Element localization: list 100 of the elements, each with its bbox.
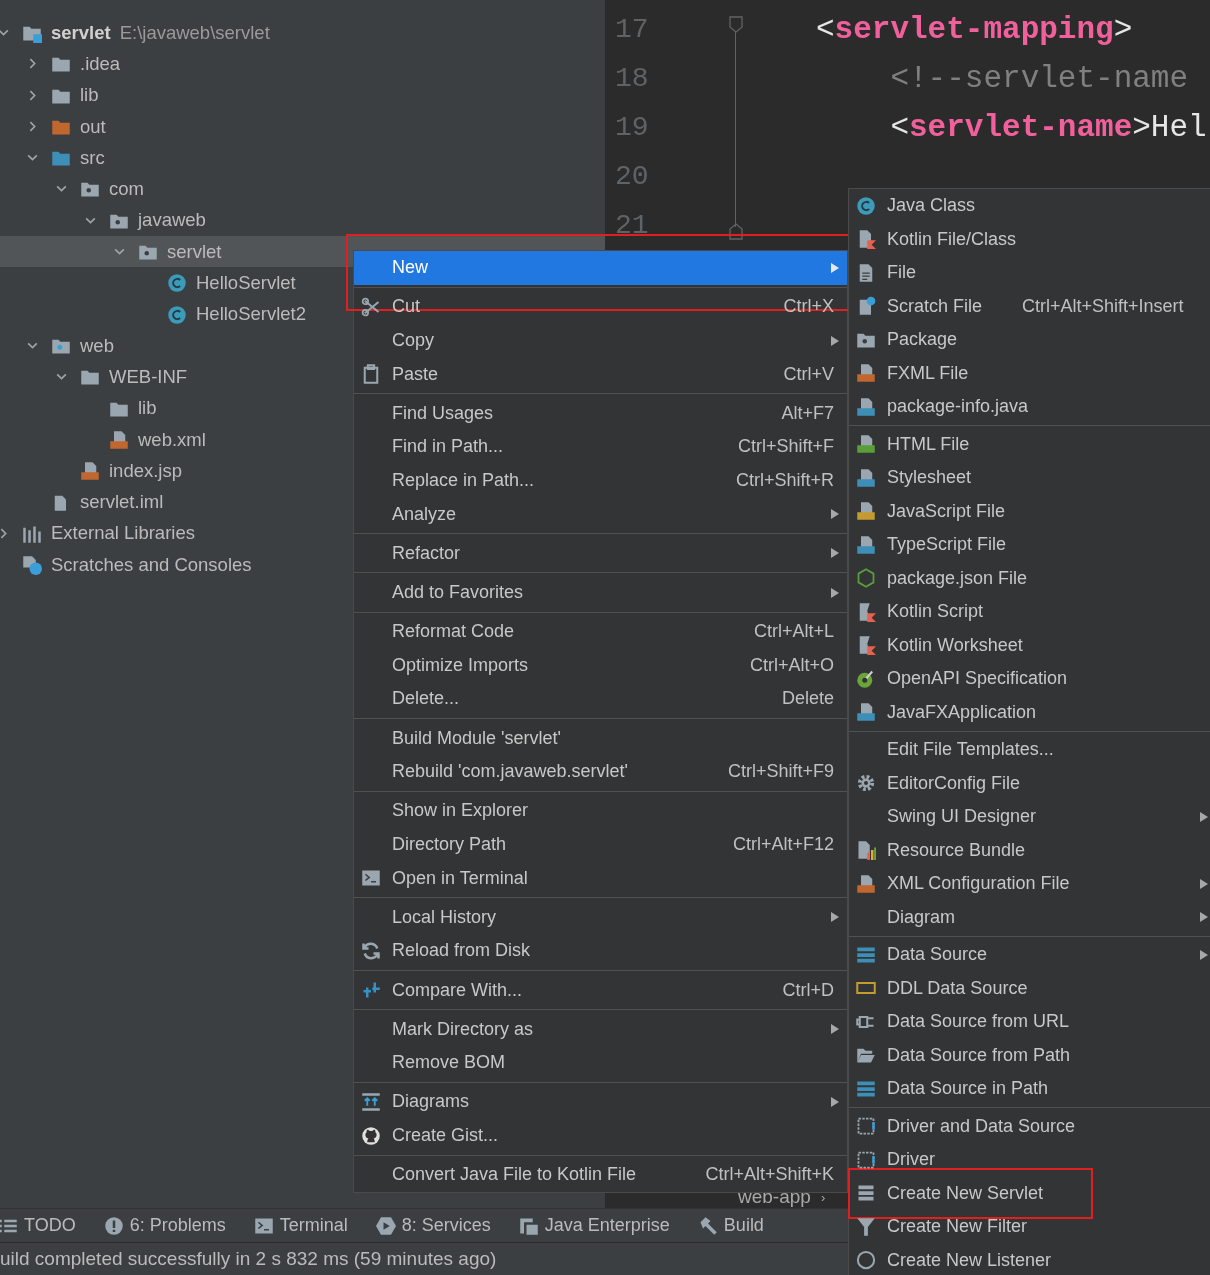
menu-item[interactable]: JavaScript File	[849, 494, 1210, 528]
java-file-icon	[856, 702, 876, 723]
menu-item[interactable]: Diagram	[849, 900, 1210, 934]
menu-item[interactable]: Java Class	[849, 189, 1210, 223]
tree-item[interactable]: javaweb	[0, 204, 605, 237]
tree-item[interactable]: src	[0, 142, 605, 174]
menu-item[interactable]: Data Source from Path	[849, 1038, 1210, 1072]
menu-item[interactable]: Data Source from URL	[849, 1005, 1210, 1039]
menu-item[interactable]: Replace in Path... Ctrl+Shift+R	[354, 463, 847, 498]
menu-item[interactable]: TypeScript File	[849, 528, 1210, 562]
menu-item[interactable]: Delete... Delete	[354, 682, 847, 716]
menu-item[interactable]: Paste Ctrl+V	[354, 357, 847, 391]
menu-item[interactable]: Diagrams	[354, 1085, 847, 1119]
menu-item[interactable]: HTML File	[849, 427, 1210, 461]
menu-item[interactable]: Analyze	[354, 497, 847, 531]
java-file-icon	[856, 396, 876, 417]
menu-item[interactable]: Optimize Imports Ctrl+Alt+O	[354, 648, 847, 683]
tree-item[interactable]: com	[0, 173, 605, 205]
menu-item[interactable]: Kotlin File/Class	[849, 222, 1210, 256]
tree-item[interactable]: servlet E:\javaweb\servlet	[0, 17, 605, 49]
menu-item[interactable]: Driver	[849, 1143, 1210, 1177]
line-number: 19	[614, 112, 650, 143]
chevron-right-icon[interactable]	[0, 526, 10, 540]
html-file-icon	[856, 434, 876, 455]
menu-item[interactable]: Find in Path... Ctrl+Shift+F	[354, 430, 847, 464]
menu-item[interactable]: package.json File	[849, 561, 1210, 595]
line-number: 17	[614, 14, 650, 45]
menu-item[interactable]: Refactor	[354, 536, 847, 571]
menu-item[interactable]: DDL Data Source	[849, 971, 1210, 1005]
menu-item[interactable]: Remove BOM	[354, 1046, 847, 1080]
tool-window-button[interactable]: TODO	[0, 1215, 76, 1237]
services-icon	[375, 1215, 396, 1236]
menu-item[interactable]: OpenAPI Specification	[849, 662, 1210, 696]
warning-icon	[103, 1215, 124, 1236]
ts-file-icon	[856, 534, 876, 555]
menu-item[interactable]: Create Gist...	[354, 1118, 847, 1153]
menu-item[interactable]: Create New Servlet	[849, 1176, 1210, 1210]
compare-arrows-icon	[361, 980, 381, 1000]
jsp-file-icon	[80, 461, 100, 482]
diagram-icon	[361, 1092, 381, 1112]
menu-item[interactable]: package-info.java	[849, 390, 1210, 424]
menu-item[interactable]: FXML File	[849, 356, 1210, 390]
line-number: 21	[614, 210, 650, 241]
resource-bundle-icon	[856, 840, 876, 861]
menu-item[interactable]: Mark Directory as	[354, 1012, 847, 1046]
menu-item[interactable]: Reload from Disk	[354, 934, 847, 968]
menu-item[interactable]: Edit File Templates...	[849, 733, 1210, 767]
tool-window-button[interactable]: 8: Services	[375, 1215, 491, 1237]
menu-item[interactable]: Add to Favorites	[354, 575, 847, 610]
menu-item[interactable]: Reformat Code Ctrl+Alt+L	[354, 614, 847, 649]
menu-item[interactable]: File	[849, 256, 1210, 290]
menu-item[interactable]: Open in Terminal	[354, 861, 847, 895]
tree-item[interactable]: out	[0, 110, 605, 143]
menu-item[interactable]: EditorConfig File	[849, 766, 1210, 800]
menu-item[interactable]: Create New Listener	[849, 1243, 1210, 1275]
filter-icon	[856, 1216, 876, 1237]
settings-icon	[856, 773, 876, 794]
menu-item[interactable]: Local History	[354, 900, 847, 935]
menu-item[interactable]: Scratch File Ctrl+Alt+Shift+Insert	[849, 289, 1210, 323]
menu-item[interactable]: JavaFXApplication	[849, 695, 1210, 729]
tool-window-button[interactable]: Terminal	[253, 1215, 348, 1237]
clipboard-icon	[361, 364, 381, 385]
css-file-icon	[856, 467, 876, 488]
code-line: <servlet-mapping>	[816, 12, 1133, 47]
breadcrumb-separator: ›	[820, 1189, 826, 1205]
menu-item[interactable]: Package	[849, 323, 1210, 357]
menu-item[interactable]: Data Source in Path	[849, 1072, 1210, 1106]
menu-item[interactable]: Find Usages Alt+F7	[354, 396, 847, 431]
class-icon	[167, 273, 187, 294]
menu-item[interactable]: Swing UI Designer	[849, 800, 1210, 834]
line-number: 20	[614, 161, 650, 192]
tool-window-button[interactable]: 6: Problems	[103, 1215, 226, 1237]
menu-item[interactable]: Rebuild 'com.javaweb.servlet' Ctrl+Shift+F9	[354, 754, 847, 789]
tree-item[interactable]: .idea	[0, 48, 605, 80]
menu-item[interactable]: Data Source	[849, 938, 1210, 972]
menu-item[interactable]: Resource Bundle	[849, 833, 1210, 867]
xml-file-icon	[856, 363, 876, 384]
menu-item[interactable]: Build Module 'servlet'	[354, 721, 847, 755]
xml-file-icon	[109, 429, 129, 450]
hexagon-icon	[856, 568, 876, 589]
menu-item[interactable]: Kotlin Script	[849, 595, 1210, 629]
menu-item[interactable]: Directory Path Ctrl+Alt+F12	[354, 827, 847, 862]
menu-item[interactable]: Copy	[354, 323, 847, 358]
menu-item[interactable]: Show in Explorer	[354, 794, 847, 828]
tool-window-button[interactable]: Java Enterprise	[518, 1215, 670, 1237]
tool-window-button[interactable]: Build	[697, 1215, 764, 1237]
status-message: uild completed successfully in 2 s 832 ms (59 minutes ago)	[0, 1248, 497, 1271]
menu-item[interactable]: Kotlin Worksheet	[849, 628, 1210, 662]
tree-item[interactable]: lib	[0, 79, 605, 111]
menu-item[interactable]: Convert Java File to Kotlin File Ctrl+Alt+Shift+K	[354, 1157, 847, 1192]
menu-item[interactable]: Create New Filter	[849, 1210, 1210, 1244]
menu-item[interactable]: Stylesheet	[849, 461, 1210, 495]
terminal-icon	[361, 868, 381, 889]
menu-item[interactable]: New	[354, 251, 847, 285]
js-file-icon	[856, 501, 876, 522]
menu-item[interactable]: Driver and Data Source	[849, 1109, 1210, 1143]
github-icon	[361, 1125, 381, 1146]
menu-item[interactable]: Compare With... Ctrl+D	[354, 973, 847, 1007]
menu-item[interactable]: XML Configuration File	[849, 867, 1210, 901]
scratches-icon	[22, 555, 42, 576]
